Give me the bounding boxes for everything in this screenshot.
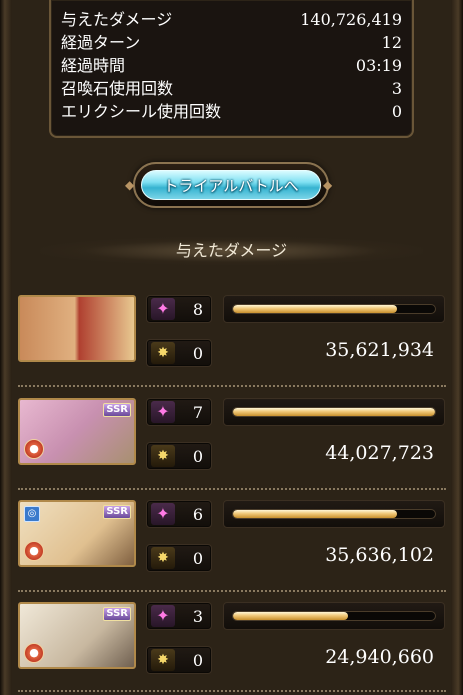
damage-bar: [223, 500, 445, 528]
skill-sparkle-icon: ✦: [151, 605, 175, 627]
ca-count-box: ✸ 0: [146, 339, 212, 367]
damage-bar-fill: [233, 305, 397, 313]
skill-count: 3: [192, 607, 203, 626]
skill-sparkle-icon: ✦: [151, 298, 175, 320]
trial-battle-button[interactable]: ◆ トライアルバトルへ ◆: [125, 162, 332, 208]
charge-attack-icon: ✸: [151, 547, 175, 569]
ca-count: 0: [192, 651, 203, 670]
character-damage: 35,621,934: [325, 339, 434, 361]
character-portrait[interactable]: SSR ●: [18, 602, 136, 669]
skill-count-box: ✦ 3: [146, 602, 212, 630]
summary-label: 与えたダメージ: [61, 10, 173, 29]
character-portrait[interactable]: SSR ●: [18, 398, 136, 465]
summary-value: 0: [391, 102, 402, 121]
damage-bar: [223, 398, 445, 426]
right-frame: [451, 0, 463, 695]
damage-bar-fill: [233, 612, 349, 620]
wing-ornament-icon: ◆: [323, 178, 333, 192]
fire-element-icon: ●: [24, 439, 44, 459]
ca-count: 0: [192, 447, 203, 466]
summary-label: 召喚石使用回数: [61, 79, 174, 98]
character-portrait[interactable]: [18, 295, 136, 362]
ca-count: 0: [192, 549, 203, 568]
charge-attack-icon: ✸: [151, 342, 175, 364]
damage-bar: [223, 602, 445, 630]
summary-row-time: 経過時間 03:19: [61, 54, 402, 77]
charge-attack-icon: ✸: [151, 649, 175, 671]
character-row: ✦ 8 ✸ 0 35,621,934: [18, 295, 446, 381]
wing-ornament-icon: ◆: [125, 178, 135, 192]
damage-bar-track: [232, 407, 436, 417]
summary-label: エリクシール使用回数: [61, 102, 222, 121]
ca-count-box: ✸ 0: [146, 442, 212, 470]
damage-bar-fill: [233, 510, 397, 518]
ca-count-box: ✸ 0: [146, 544, 212, 572]
row-divider: [18, 385, 446, 387]
summary-row-damage: 与えたダメージ 140,726,419: [61, 8, 402, 31]
row-divider: [18, 590, 446, 592]
battle-summary-panel: 与えたダメージ 140,726,419 経過ターン 12 経過時間 03:19 …: [49, 0, 414, 138]
ring-icon: ◎: [24, 506, 40, 522]
skill-sparkle-icon: ✦: [151, 503, 175, 525]
ssr-badge: SSR: [103, 403, 131, 417]
fire-element-icon: ●: [24, 541, 44, 561]
summary-value: 12: [381, 33, 402, 52]
skill-count-box: ✦ 8: [146, 295, 212, 323]
damage-bar-track: [232, 611, 436, 621]
summary-value: 03:19: [355, 56, 402, 75]
character-row: SSR ● ✦ 3 ✸ 0 24,940,660: [18, 602, 446, 688]
character-damage: 35,636,102: [325, 544, 434, 566]
summary-label: 経過時間: [61, 56, 126, 75]
character-row: ◎ SSR ● ✦ 6 ✸ 0 35,636,102: [18, 500, 446, 586]
ca-count-box: ✸ 0: [146, 646, 212, 674]
ca-count: 0: [192, 344, 203, 363]
damage-bar-track: [232, 509, 436, 519]
summary-row-summons: 召喚石使用回数 3: [61, 77, 402, 100]
character-row: SSR ● ✦ 7 ✸ 0 44,027,723: [18, 398, 446, 484]
summary-row-elixirs: エリクシール使用回数 0: [61, 100, 402, 123]
charge-attack-icon: ✸: [151, 445, 175, 467]
skill-count-box: ✦ 6: [146, 500, 212, 528]
trial-battle-button-label[interactable]: トライアルバトルへ: [141, 170, 321, 200]
character-damage: 44,027,723: [325, 442, 434, 464]
damage-bar-fill: [233, 408, 435, 416]
summary-value: 140,726,419: [300, 10, 402, 29]
summary-label: 経過ターン: [61, 33, 141, 52]
skill-count-box: ✦ 7: [146, 398, 212, 426]
row-divider: [18, 488, 446, 490]
row-divider: [18, 690, 446, 692]
character-portrait[interactable]: ◎ SSR ●: [18, 500, 136, 567]
ssr-badge: SSR: [103, 607, 131, 621]
damage-bar-track: [232, 304, 436, 314]
ssr-badge: SSR: [103, 505, 131, 519]
skill-count: 7: [192, 403, 203, 422]
fire-element-icon: ●: [24, 643, 44, 663]
skill-count: 6: [192, 505, 203, 524]
section-title: 与えたダメージ: [40, 237, 423, 265]
character-damage: 24,940,660: [325, 646, 434, 668]
summary-row-turns: 経過ターン 12: [61, 31, 402, 54]
skill-sparkle-icon: ✦: [151, 401, 175, 423]
summary-value: 3: [391, 79, 402, 98]
left-frame: [0, 0, 12, 695]
skill-count: 8: [192, 300, 203, 319]
damage-bar: [223, 295, 445, 323]
